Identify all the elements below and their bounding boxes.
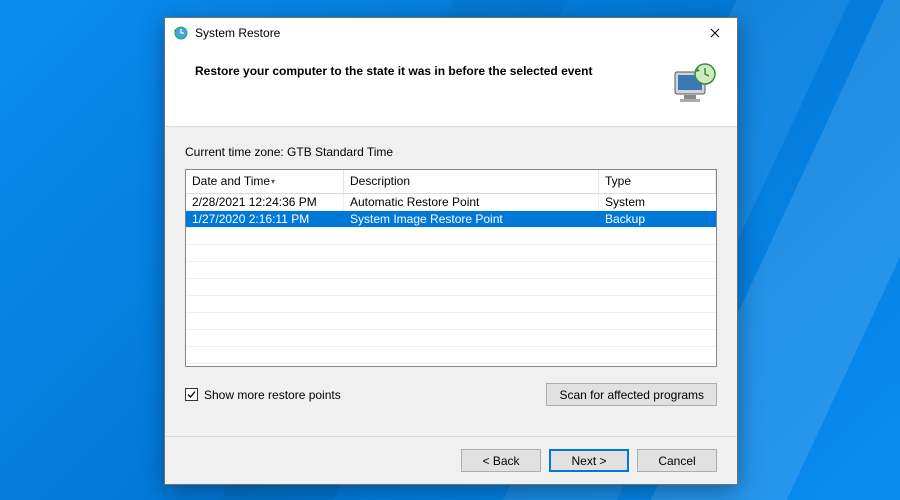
- system-restore-window: System Restore Restore your computer to …: [164, 17, 738, 485]
- list-header: Date and Time▾ Description Type: [186, 170, 716, 194]
- restore-monitor-icon: [669, 62, 717, 104]
- wizard-heading: Restore your computer to the state it wa…: [195, 62, 657, 78]
- empty-row: [186, 262, 716, 279]
- empty-row: [186, 330, 716, 347]
- cell-type: Backup: [599, 211, 716, 227]
- list-footer: Show more restore points Scan for affect…: [185, 383, 717, 406]
- show-more-checkbox[interactable]: Show more restore points: [185, 388, 341, 402]
- empty-row: [186, 296, 716, 313]
- checkbox-icon: [185, 388, 198, 401]
- restore-points-list[interactable]: Date and Time▾ Description Type 2/28/202…: [185, 169, 717, 367]
- table-row[interactable]: 1/27/2020 2:16:11 PM System Image Restor…: [186, 211, 716, 228]
- cell-description: System Image Restore Point: [344, 211, 599, 227]
- column-header-date[interactable]: Date and Time▾: [186, 170, 344, 193]
- timezone-label: Current time zone: GTB Standard Time: [185, 145, 717, 159]
- empty-row: [186, 228, 716, 245]
- cell-date: 2/28/2021 12:24:36 PM: [186, 194, 344, 210]
- empty-row: [186, 279, 716, 296]
- system-restore-icon: [173, 25, 189, 41]
- wizard-footer: < Back Next > Cancel: [165, 436, 737, 484]
- empty-row: [186, 347, 716, 364]
- empty-row: [186, 245, 716, 262]
- wizard-header: Restore your computer to the state it wa…: [165, 48, 737, 127]
- window-title: System Restore: [195, 26, 280, 40]
- column-header-date-label: Date and Time: [192, 174, 270, 188]
- cell-date: 1/27/2020 2:16:11 PM: [186, 211, 344, 227]
- close-button[interactable]: [692, 18, 737, 47]
- close-icon: [710, 28, 720, 38]
- column-header-description-label: Description: [350, 174, 410, 188]
- list-rows: 2/28/2021 12:24:36 PM Automatic Restore …: [186, 194, 716, 364]
- sort-desc-icon: ▾: [271, 177, 275, 186]
- column-header-description[interactable]: Description: [344, 170, 599, 193]
- table-row[interactable]: 2/28/2021 12:24:36 PM Automatic Restore …: [186, 194, 716, 211]
- column-header-type-label: Type: [605, 174, 631, 188]
- column-header-type[interactable]: Type: [599, 170, 716, 193]
- next-button[interactable]: Next >: [549, 449, 629, 472]
- cell-type: System: [599, 194, 716, 210]
- scan-affected-programs-button[interactable]: Scan for affected programs: [546, 383, 717, 406]
- empty-row: [186, 313, 716, 330]
- wizard-body: Current time zone: GTB Standard Time Dat…: [165, 127, 737, 436]
- cell-description: Automatic Restore Point: [344, 194, 599, 210]
- cancel-button[interactable]: Cancel: [637, 449, 717, 472]
- titlebar: System Restore: [165, 18, 737, 48]
- back-button[interactable]: < Back: [461, 449, 541, 472]
- show-more-label: Show more restore points: [204, 388, 341, 402]
